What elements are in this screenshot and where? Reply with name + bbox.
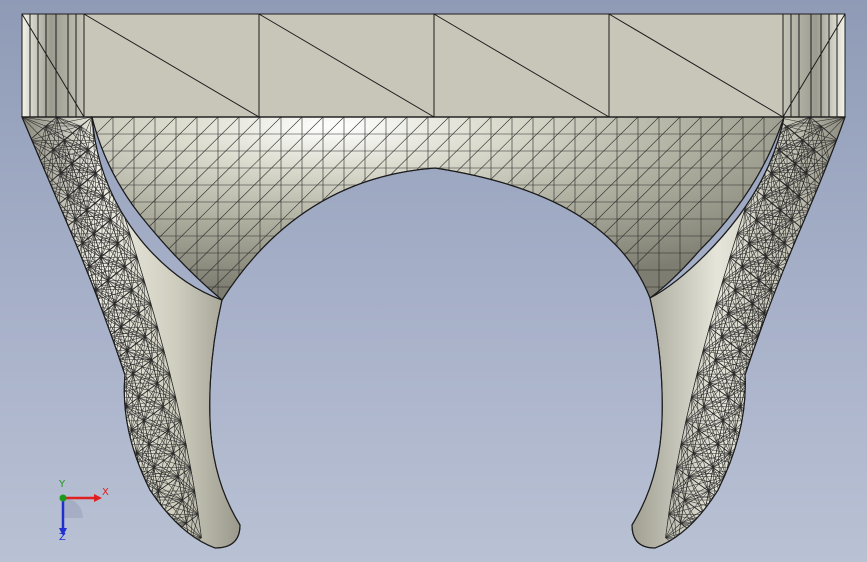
- y-axis-label: Y: [59, 479, 66, 490]
- part-model[interactable]: [0, 0, 867, 562]
- z-axis-label: Z: [59, 532, 66, 543]
- y-axis-point: [59, 494, 67, 502]
- top-flange: [21, 13, 846, 118]
- graphics-viewport[interactable]: X Y Z: [0, 0, 867, 562]
- x-axis-label: X: [102, 487, 109, 498]
- reference-triad: X Y Z: [44, 480, 114, 546]
